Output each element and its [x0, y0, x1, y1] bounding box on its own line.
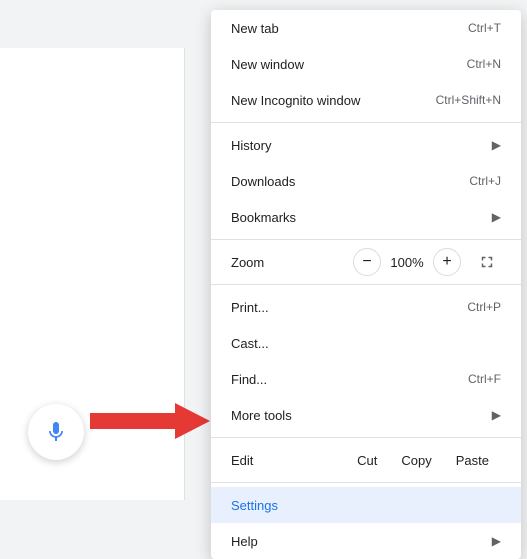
divider-3 — [211, 284, 521, 285]
zoom-value-label: 100% — [389, 255, 425, 270]
history-item[interactable]: History ▶ — [211, 127, 521, 163]
red-arrow-indicator — [90, 399, 210, 448]
divider-4 — [211, 437, 521, 438]
zoom-fullscreen-button[interactable] — [473, 248, 501, 276]
paste-button[interactable]: Paste — [444, 447, 501, 474]
chrome-dropdown-menu: New tab Ctrl+T New window Ctrl+N New Inc… — [211, 10, 521, 559]
google-mic-button[interactable] — [28, 404, 84, 460]
divider-2 — [211, 239, 521, 240]
edit-row: Edit Cut Copy Paste — [211, 442, 521, 478]
edit-label: Edit — [231, 453, 345, 468]
zoom-minus-button[interactable]: − — [353, 248, 381, 276]
downloads-item[interactable]: Downloads Ctrl+J — [211, 163, 521, 199]
help-item[interactable]: Help ▶ — [211, 523, 521, 559]
cut-button[interactable]: Cut — [345, 447, 389, 474]
find-item[interactable]: Find... Ctrl+F — [211, 361, 521, 397]
bookmarks-item[interactable]: Bookmarks ▶ — [211, 199, 521, 235]
print-item[interactable]: Print... Ctrl+P — [211, 289, 521, 325]
zoom-controls: − 100% + — [353, 248, 501, 276]
settings-item[interactable]: Settings — [211, 487, 521, 523]
divider-5 — [211, 482, 521, 483]
copy-button[interactable]: Copy — [389, 447, 443, 474]
more-tools-item[interactable]: More tools ▶ — [211, 397, 521, 433]
zoom-row: Zoom − 100% + — [211, 244, 521, 280]
new-window-item[interactable]: New window Ctrl+N — [211, 46, 521, 82]
divider-1 — [211, 122, 521, 123]
cast-item[interactable]: Cast... — [211, 325, 521, 361]
new-incognito-item[interactable]: New Incognito window Ctrl+Shift+N — [211, 82, 521, 118]
zoom-plus-button[interactable]: + — [433, 248, 461, 276]
new-tab-item[interactable]: New tab Ctrl+T — [211, 10, 521, 46]
